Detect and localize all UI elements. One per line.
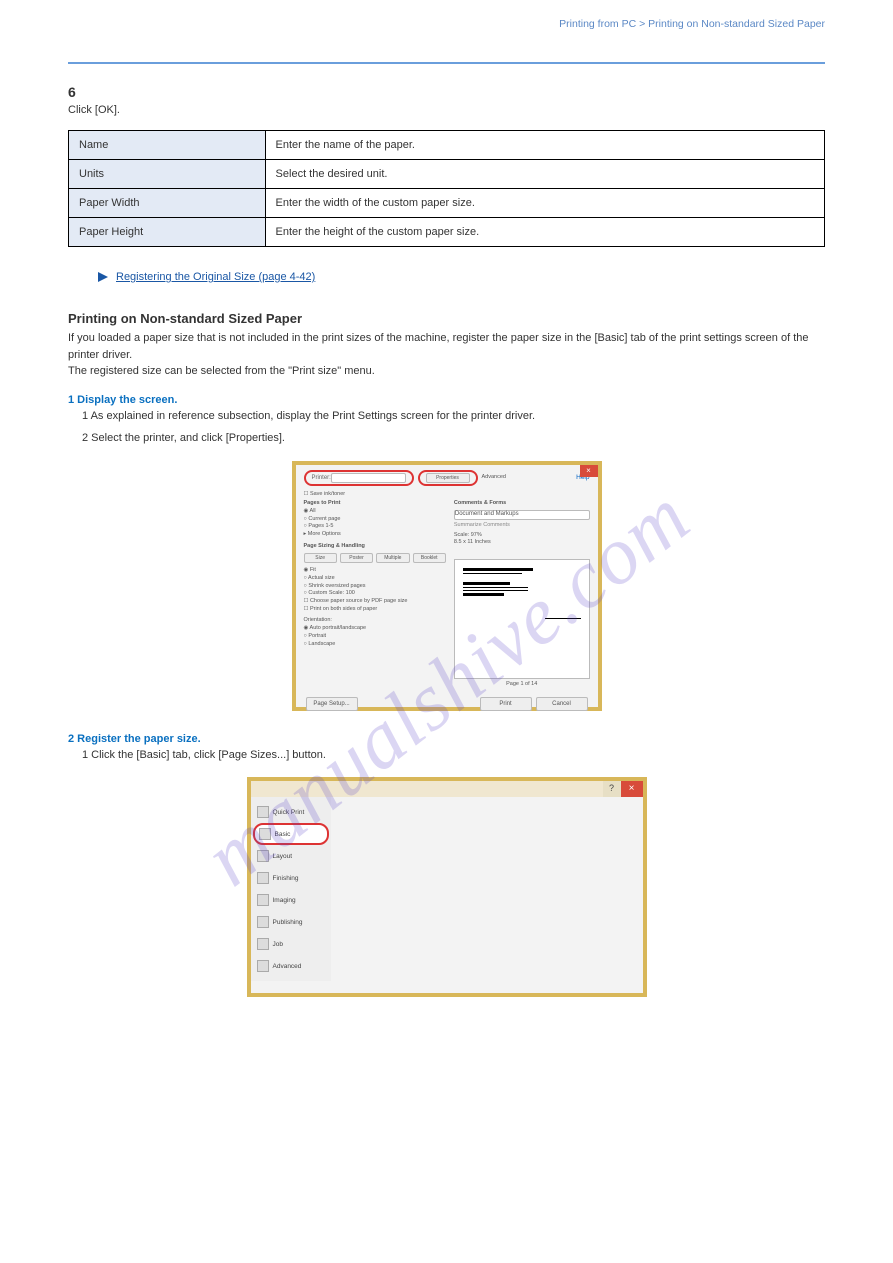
imaging-icon [257, 894, 269, 906]
tab-finishing[interactable]: Finishing [253, 867, 329, 889]
related-link[interactable]: Registering the Original Size (page 4-42… [116, 271, 315, 283]
header-rule [68, 62, 825, 64]
tab-imaging[interactable]: Imaging [253, 889, 329, 911]
radio-current[interactable]: ○ Current page [304, 516, 446, 524]
check-both-sides[interactable]: ☐ Print on both sides of paper [304, 606, 446, 614]
step1-label: 1 Display the screen. [68, 394, 825, 406]
step2-label: 2 Register the paper size. [68, 733, 825, 745]
publishing-icon [257, 916, 269, 928]
printer-label: Printer: [312, 475, 331, 481]
basic-icon [259, 828, 271, 840]
table-row: UnitsSelect the desired unit. [69, 160, 825, 189]
radio-custom[interactable]: ○ Custom Scale: 100 [304, 590, 446, 598]
quick-print-icon [257, 806, 269, 818]
dims-label: 8.5 x 11 Inches [454, 539, 590, 547]
radio-auto-orient[interactable]: ◉ Auto portrait/landscape [304, 625, 446, 633]
param-val: Enter the width of the custom paper size… [265, 189, 824, 218]
printer-dropdown[interactable] [331, 473, 406, 483]
poster-tab-button[interactable]: Poster [340, 553, 373, 563]
cancel-button[interactable]: Cancel [536, 697, 588, 711]
radio-landscape[interactable]: ○ Landscape [304, 641, 446, 649]
radio-actual[interactable]: ○ Actual size [304, 575, 446, 583]
layout-icon [257, 850, 269, 862]
size-tab-button[interactable]: Size [304, 553, 337, 563]
parameter-table: NameEnter the name of the paper. UnitsSe… [68, 130, 825, 247]
more-options[interactable]: ▸ More Options [304, 531, 446, 539]
param-val: Enter the height of the custom paper siz… [265, 218, 824, 247]
print-button[interactable]: Print [480, 697, 532, 711]
param-val: Select the desired unit. [265, 160, 824, 189]
properties-button-callout: Properties [418, 470, 478, 486]
header-breadcrumb: Printing from PC > Printing on Non-stand… [559, 18, 825, 30]
comments-label: Comments & Forms [454, 500, 590, 508]
step1-sub2: 2 Select the printer, and click [Propert… [82, 430, 825, 447]
tab-quick-print[interactable]: Quick Print [253, 801, 329, 823]
comments-dropdown[interactable]: Document and Markups [454, 510, 590, 520]
table-row: Paper HeightEnter the height of the cust… [69, 218, 825, 247]
tab-advanced[interactable]: Advanced [253, 955, 329, 977]
advanced-icon [257, 960, 269, 972]
driver-tabs: Quick Print Basic Layout Finishing Imagi… [251, 797, 331, 981]
radio-all[interactable]: ◉ All [304, 508, 446, 516]
finishing-icon [257, 872, 269, 884]
close-icon[interactable]: × [580, 465, 598, 477]
check-choose-source[interactable]: ☐ Choose paper source by PDF page size [304, 598, 446, 606]
page-setup-button[interactable]: Page Setup... [306, 697, 358, 711]
titlebar [251, 781, 643, 797]
radio-shrink[interactable]: ○ Shrink oversized pages [304, 583, 446, 591]
pages-to-print-label: Pages to Print [304, 500, 446, 508]
save-ink-checkbox[interactable]: ☐ Save ink/toner [296, 491, 598, 499]
param-key: Paper Height [69, 218, 266, 247]
arrow-right-icon [98, 272, 108, 282]
help-icon[interactable]: ? [603, 781, 621, 797]
tab-publishing[interactable]: Publishing [253, 911, 329, 933]
step1-text: 1 As explained in reference subsection, … [82, 408, 825, 425]
properties-button[interactable]: Properties [426, 473, 470, 483]
tab-basic[interactable]: Basic [253, 823, 329, 845]
page-of-label: Page 1 of 14 [454, 681, 590, 689]
subsection-body: If you loaded a paper size that is not i… [68, 330, 825, 380]
booklet-tab-button[interactable]: Booklet [413, 553, 446, 563]
param-val: Enter the name of the paper. [265, 131, 824, 160]
table-row: Paper WidthEnter the width of the custom… [69, 189, 825, 218]
param-key: Paper Width [69, 189, 266, 218]
job-icon [257, 938, 269, 950]
radio-pages[interactable]: ○ Pages 1-5 [304, 523, 446, 531]
printer-select-callout: Printer: [304, 470, 414, 486]
print-preview [454, 559, 590, 679]
param-key: Units [69, 160, 266, 189]
param-key: Name [69, 131, 266, 160]
radio-fit[interactable]: ◉ Fit [304, 567, 446, 575]
screenshot-driver-properties: ? × Quick Print Basic Layout Finishing I… [247, 777, 647, 997]
section-number: 6 [68, 84, 825, 100]
orientation-label: Orientation: [304, 617, 446, 625]
scale-label: Scale: 97% [454, 532, 590, 540]
multiple-tab-button[interactable]: Multiple [376, 553, 409, 563]
close-icon[interactable]: × [621, 781, 643, 797]
step2-text: 1 Click the [Basic] tab, click [Page Siz… [82, 747, 825, 764]
sizing-label: Page Sizing & Handling [304, 543, 446, 551]
screenshot-adobe-print-dialog: × Printer: Properties Advanced Help ☐ Sa… [292, 461, 602, 711]
table-row: NameEnter the name of the paper. [69, 131, 825, 160]
advanced-link[interactable]: Advanced [482, 474, 506, 482]
radio-portrait[interactable]: ○ Portrait [304, 633, 446, 641]
section-subtitle: Click [OK]. [68, 104, 825, 116]
summarize-link[interactable]: Summarize Comments [454, 522, 590, 530]
tab-job[interactable]: Job [253, 933, 329, 955]
subsection-title: Printing on Non-standard Sized Paper [68, 311, 825, 326]
tab-layout[interactable]: Layout [253, 845, 329, 867]
